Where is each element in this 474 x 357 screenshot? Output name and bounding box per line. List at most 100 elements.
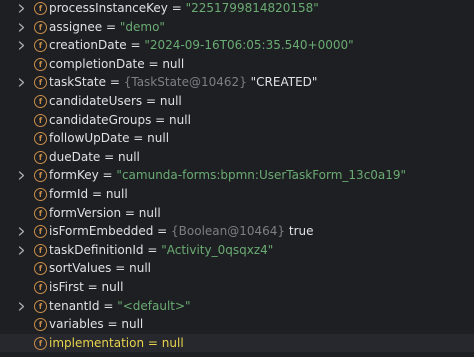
object-reference: {Boolean@10464} bbox=[171, 224, 286, 239]
chevron-right-icon[interactable] bbox=[18, 36, 28, 55]
field-icon: f bbox=[34, 206, 47, 220]
variable-row-completionDate[interactable]: f completionDate = null bbox=[0, 55, 474, 74]
variable-text: isFirst = null bbox=[49, 278, 123, 297]
variable-name: assignee bbox=[49, 19, 103, 34]
variable-value: null bbox=[117, 149, 140, 164]
field-icon: f bbox=[34, 225, 47, 239]
variable-name: completionDate bbox=[49, 56, 145, 71]
variable-value: "2251799814820158" bbox=[185, 1, 319, 15]
variable-name: taskState bbox=[49, 75, 107, 90]
variable-name: isFirst bbox=[49, 279, 84, 294]
field-icon: f bbox=[34, 20, 47, 34]
variable-text: formId = null bbox=[49, 185, 128, 204]
equals-sign: = bbox=[102, 19, 120, 34]
variable-text: isFormEmbedded = {Boolean@10464} true bbox=[49, 222, 314, 241]
variable-name: formKey bbox=[49, 168, 99, 183]
variable-row-candidateUsers[interactable]: f candidateUsers = null bbox=[0, 92, 474, 111]
variable-row-taskDefinitionId[interactable]: f taskDefinitionId = "Activity_0qsqxz4" bbox=[0, 241, 474, 260]
field-icon: f bbox=[34, 39, 47, 53]
variable-text: completionDate = null bbox=[49, 55, 184, 74]
variable-name: implementation bbox=[49, 335, 145, 350]
variable-value: null bbox=[147, 131, 170, 146]
variable-row-isFirst[interactable]: f isFirst = null bbox=[0, 278, 474, 297]
field-icon: f bbox=[34, 262, 47, 276]
variable-value: "2024-09-16T06:05:35.540+0000" bbox=[144, 38, 354, 53]
variable-row-creationDate[interactable]: f creationDate = "2024-09-16T06:05:35.540… bbox=[0, 36, 474, 55]
variable-text: candidateGroups = null bbox=[49, 111, 191, 130]
variable-text: formKey = "camunda-forms:bpmn:UserTaskFo… bbox=[49, 166, 406, 185]
field-icon: f bbox=[34, 187, 47, 201]
equals-sign: = bbox=[167, 1, 186, 15]
variable-row-implementation[interactable]: f implementation = null bbox=[0, 333, 474, 353]
variable-row-followUpDate[interactable]: f followUpDate = null bbox=[0, 129, 474, 148]
variable-row-tenantId[interactable]: f tenantId = "<default>" bbox=[0, 297, 474, 316]
equals-sign: = bbox=[103, 317, 122, 332]
equals-sign: = bbox=[144, 335, 162, 350]
variable-name: dueDate bbox=[49, 149, 101, 164]
equals-sign: = bbox=[143, 242, 162, 257]
variable-value: null bbox=[105, 186, 128, 201]
variable-name: followUpDate bbox=[49, 131, 130, 146]
chevron-right-icon[interactable] bbox=[18, 222, 28, 241]
variable-value: true bbox=[288, 224, 314, 239]
variable-name: isFormEmbedded bbox=[49, 224, 154, 239]
equals-sign: = bbox=[83, 279, 102, 294]
variable-name: taskDefinitionId bbox=[49, 242, 144, 257]
variable-row-isFormEmbedded[interactable]: f isFormEmbedded = {Boolean@10464} true bbox=[0, 222, 474, 241]
field-icon: f bbox=[34, 169, 47, 183]
variable-name: formVersion bbox=[49, 205, 122, 220]
variable-value: "Activity_0qsqxz4" bbox=[161, 242, 274, 257]
variable-name: creationDate bbox=[49, 38, 127, 53]
variable-name: tenantId bbox=[49, 298, 100, 313]
variable-row-sortValues[interactable]: f sortValues = null bbox=[0, 259, 474, 278]
chevron-right-icon[interactable] bbox=[18, 241, 28, 260]
equals-sign: = bbox=[121, 205, 139, 220]
variable-value: "<default>" bbox=[117, 298, 191, 313]
equals-sign: = bbox=[100, 149, 118, 164]
variable-row-variables[interactable]: f variables = null bbox=[0, 315, 474, 334]
equals-sign: = bbox=[98, 168, 117, 183]
variable-row-dueDate[interactable]: f dueDate = null bbox=[0, 148, 474, 167]
variable-value: null bbox=[101, 279, 124, 294]
chevron-right-icon[interactable] bbox=[18, 73, 28, 92]
variable-row-assignee[interactable]: f assignee = "demo" bbox=[0, 18, 474, 37]
field-icon: f bbox=[34, 243, 47, 257]
variable-value: null bbox=[169, 112, 191, 127]
variable-row-formVersion[interactable]: f formVersion = null bbox=[0, 204, 474, 223]
object-reference: {TaskState@10462} bbox=[123, 75, 247, 90]
variable-name: sortValues bbox=[49, 261, 112, 276]
equals-sign: = bbox=[144, 56, 163, 71]
equals-sign: = bbox=[99, 298, 118, 313]
equals-sign: = bbox=[111, 261, 130, 276]
variable-text: tenantId = "<default>" bbox=[49, 297, 191, 316]
variable-row-processInstanceKey[interactable]: f processInstanceKey = "2251799814820158" bbox=[0, 0, 474, 18]
field-icon: f bbox=[34, 150, 47, 164]
variable-text: variables = null bbox=[49, 315, 143, 334]
variable-text: candidateUsers = null bbox=[49, 92, 182, 111]
variable-text: assignee = "demo" bbox=[49, 18, 165, 37]
variable-value: "CREATED" bbox=[250, 75, 318, 90]
field-icon: f bbox=[34, 94, 47, 108]
variable-name: processInstanceKey bbox=[49, 1, 168, 15]
variable-text: taskState = {TaskState@10462} "CREATED" bbox=[49, 73, 317, 92]
equals-sign: = bbox=[151, 112, 170, 127]
variable-row-taskState[interactable]: f taskState = {TaskState@10462} "CREATED" bbox=[0, 73, 474, 92]
variable-name: variables bbox=[49, 317, 104, 332]
chevron-right-icon[interactable] bbox=[18, 0, 28, 18]
field-icon: f bbox=[34, 336, 47, 350]
variable-text: processInstanceKey = "2251799814820158" bbox=[49, 0, 319, 18]
variable-row-formId[interactable]: f formId = null bbox=[0, 185, 474, 204]
field-icon: f bbox=[34, 318, 47, 332]
equals-sign: = bbox=[88, 186, 106, 201]
field-icon: f bbox=[34, 57, 47, 71]
chevron-right-icon[interactable] bbox=[18, 297, 28, 316]
chevron-right-icon[interactable] bbox=[18, 18, 28, 37]
field-icon: f bbox=[34, 113, 47, 127]
field-icon: f bbox=[34, 132, 47, 146]
variable-row-candidateGroups[interactable]: f candidateGroups = null bbox=[0, 111, 474, 130]
field-icon: f bbox=[34, 2, 47, 15]
chevron-right-icon[interactable] bbox=[18, 166, 28, 185]
variable-row-formKey[interactable]: f formKey = "camunda-forms:bpmn:UserTaskF… bbox=[0, 166, 474, 185]
variable-value: null bbox=[129, 261, 152, 276]
variable-name: candidateUsers bbox=[49, 93, 143, 108]
